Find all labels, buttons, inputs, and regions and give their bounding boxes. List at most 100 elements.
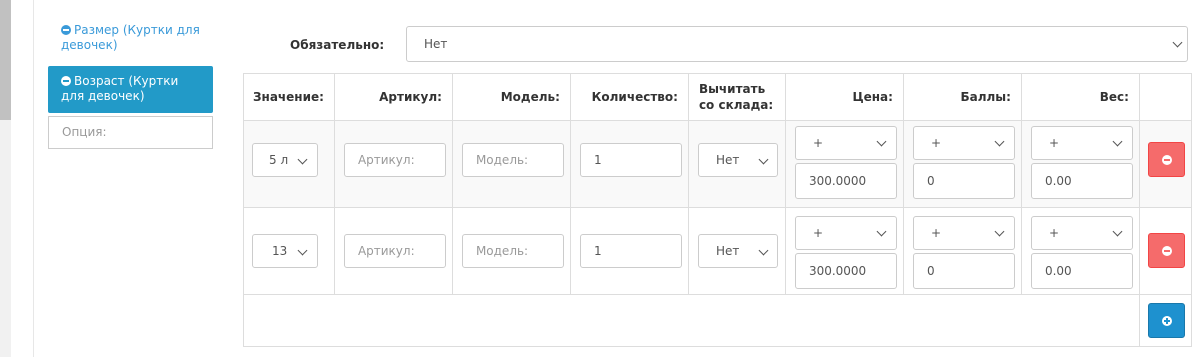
chevron-down-icon [297,245,308,256]
table-footer-row [243,294,1192,347]
cell-model: Модель: [451,207,571,295]
quantity-input[interactable]: 1 [579,234,682,268]
cell-value: 13 [243,207,335,295]
weight-value: 0.00 [1044,174,1072,188]
weight-prefix-text: + [1048,136,1059,150]
minus-circle-icon [1161,155,1172,165]
price-input[interactable]: 300.0000 [794,253,897,289]
cell-add-action [1138,294,1192,347]
cell-subtract: Нет [687,120,786,208]
remove-row-button[interactable] [1147,233,1185,268]
header-weight: Вес: [1020,73,1140,121]
table-row: 5 л Артикул: Модель: 1 Нет + 300.0000 + … [243,120,1192,208]
table-row: 13 Артикул: Модель: 1 Нет + 300.0000 + 0… [243,207,1192,295]
model-input[interactable]: Модель: [461,234,564,268]
price-prefix-text: + [812,136,823,150]
cell-subtract: Нет [687,207,786,295]
model-input[interactable]: Модель: [461,143,564,177]
required-label: Обязательно: [290,38,385,52]
chevron-down-icon [876,136,887,147]
points-prefix-select[interactable]: + [912,216,1015,250]
cell-value: 5 л [243,120,335,208]
value-select-text: 13 [272,244,288,258]
header-points: Баллы: [902,73,1022,121]
table-header-row: Значение: Артикул: Модель: Количество: В… [243,73,1192,121]
chevron-down-icon [758,245,769,256]
minus-circle-icon [1161,246,1172,256]
chevron-down-icon [994,136,1005,147]
price-prefix-select[interactable]: + [794,126,897,160]
header-price: Цена: [784,73,904,121]
price-input[interactable]: 300.0000 [794,163,897,199]
required-select-value: Нет [424,37,448,51]
plus-circle-icon [1161,316,1172,326]
cell-sku: Артикул: [333,120,453,208]
model-placeholder: Модель: [475,153,529,167]
points-value: 0 [926,264,935,278]
sku-placeholder: Артикул: [357,244,415,258]
header-sku: Артикул: [333,73,453,121]
cell-weight: + 0.00 [1020,120,1140,208]
quantity-input[interactable]: 1 [579,143,682,177]
model-placeholder: Модель: [475,244,529,258]
scrollbar-thumb[interactable] [0,0,11,120]
column-divider [33,0,34,357]
chevron-down-icon [1172,37,1183,48]
sku-placeholder: Артикул: [357,153,415,167]
subtract-select-text: Нет [715,153,740,167]
cell-model: Модель: [451,120,571,208]
cell-quantity: 1 [569,120,689,208]
price-prefix-select[interactable]: + [794,216,897,250]
cell-quantity: 1 [569,207,689,295]
weight-prefix-select[interactable]: + [1030,126,1133,160]
required-select[interactable]: Нет [406,26,1188,62]
weight-prefix-select[interactable]: + [1030,216,1133,250]
price-prefix-text: + [812,226,823,240]
subtract-select[interactable]: Нет [697,143,778,177]
subtract-select-text: Нет [715,244,740,258]
quantity-value: 1 [593,244,602,258]
cell-points: + 0 [902,207,1022,295]
cell-weight: + 0.00 [1020,207,1140,295]
cell-price: + 300.0000 [784,120,904,208]
sku-input[interactable]: Артикул: [343,143,446,177]
weight-input[interactable]: 0.00 [1030,163,1133,199]
option-list: Размер (Куртки для девочек) Возраст (Кур… [48,18,213,149]
value-select[interactable]: 5 л [252,143,318,177]
value-select-text: 5 л [269,153,289,167]
price-value: 300.0000 [808,174,867,188]
chevron-down-icon [1112,136,1123,147]
chevron-down-icon [1112,226,1123,237]
cell-price: + 300.0000 [784,207,904,295]
points-prefix-select[interactable]: + [912,126,1015,160]
weight-input[interactable]: 0.00 [1030,253,1133,289]
value-select[interactable]: 13 [252,234,318,268]
cell-action [1138,120,1192,208]
page-scrollbar[interactable] [0,0,11,357]
points-input[interactable]: 0 [912,163,1015,199]
minus-circle-icon[interactable] [61,25,71,35]
points-prefix-text: + [930,226,941,240]
remove-row-button[interactable] [1147,142,1185,177]
subtract-select[interactable]: Нет [697,234,778,268]
add-row-button[interactable] [1147,303,1185,338]
header-value: Значение: [243,73,335,121]
points-input[interactable]: 0 [912,253,1015,289]
minus-circle-icon[interactable] [61,76,71,86]
points-value: 0 [926,174,935,188]
cell-action [1138,207,1192,295]
new-option-input[interactable]: Опция: [48,116,213,149]
cell-sku: Артикул: [333,207,453,295]
option-values-table: Значение: Артикул: Модель: Количество: В… [243,73,1192,347]
sku-input[interactable]: Артикул: [343,234,446,268]
header-model: Модель: [451,73,571,121]
option-item-size[interactable]: Размер (Куртки для девочек) [48,18,213,61]
header-quantity: Количество: [569,73,689,121]
option-item-label: Возраст (Куртки для девочек) [61,74,179,103]
option-item-age[interactable]: Возраст (Куртки для девочек) [48,66,213,113]
weight-prefix-text: + [1048,226,1059,240]
chevron-down-icon [758,154,769,165]
option-item-label: Размер (Куртки для девочек) [61,23,200,52]
chevron-down-icon [297,154,308,165]
footer-empty-cell [243,294,1140,347]
